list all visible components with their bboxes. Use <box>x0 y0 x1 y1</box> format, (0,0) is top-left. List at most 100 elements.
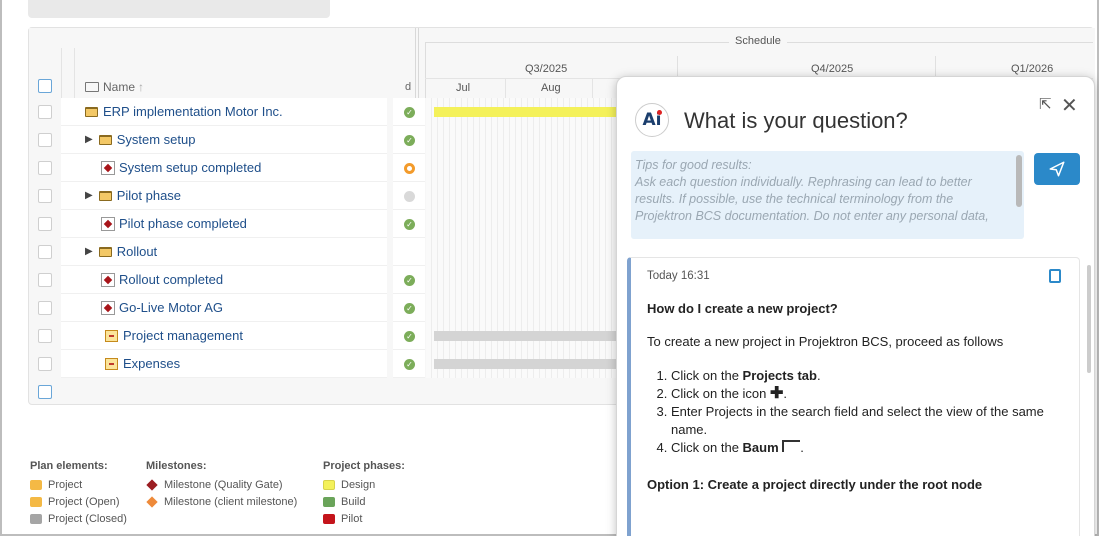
footer-checkbox[interactable] <box>38 385 52 399</box>
legend-label: Build <box>341 495 366 508</box>
question-input[interactable]: Tips for good results: Ask each question… <box>631 151 1024 239</box>
row-checkbox[interactable] <box>38 273 52 287</box>
row-checkbox[interactable] <box>38 217 52 231</box>
legend-plan-elements: Plan elements: Project Project (Open) Pr… <box>30 460 127 527</box>
legend-title: Milestones: <box>146 460 207 472</box>
table-row[interactable]: Expenses <box>29 350 387 378</box>
row-checkbox[interactable] <box>38 161 52 175</box>
answer-question: How do I create a new project? <box>647 301 838 316</box>
row-label[interactable]: Project management <box>105 328 243 343</box>
folder-icon <box>98 190 112 201</box>
legend-label: Project (Closed) <box>48 512 127 525</box>
milestone-icon <box>101 216 115 231</box>
input-scrollbar[interactable] <box>1016 155 1022 207</box>
placeholder-line: Ask each question individually. Rephrasi… <box>635 175 972 189</box>
expand-triangle-icon[interactable]: ▶ <box>85 190 93 201</box>
table-row[interactable]: ▶ Pilot phase <box>29 182 387 210</box>
table-row[interactable]: System setup completed <box>29 154 387 182</box>
logo-dot <box>657 110 662 115</box>
copy-icon[interactable] <box>1049 269 1061 283</box>
gantt-bar-design[interactable] <box>434 107 626 117</box>
legend-item: Milestone (Quality Gate) <box>146 476 297 493</box>
row-checkbox[interactable] <box>38 301 52 315</box>
table-row[interactable]: ▶ System setup <box>29 126 387 154</box>
step-bold: Baum <box>742 440 779 455</box>
send-icon <box>1049 161 1065 177</box>
expand-triangle-icon[interactable]: ▶ <box>85 246 93 257</box>
milestone-icon <box>101 160 115 175</box>
top-tab-strip <box>28 0 330 18</box>
step-bold: Projects tab <box>742 368 817 383</box>
legend-title: Plan elements: <box>30 460 108 472</box>
name-column-header[interactable]: Name ↑ <box>85 80 144 94</box>
row-label[interactable]: Pilot phase completed <box>101 216 247 231</box>
tree-icon <box>782 440 801 452</box>
quarter-label: Q4/2025 <box>811 63 854 75</box>
gantt-bar-expenses[interactable] <box>434 359 626 369</box>
row-text: Expenses <box>123 356 181 371</box>
select-all-checkbox[interactable] <box>38 79 52 93</box>
row-text: System setup <box>116 132 196 147</box>
schedule-label: Schedule <box>729 35 787 47</box>
row-checkbox[interactable] <box>38 357 52 371</box>
step-text: . <box>800 440 804 455</box>
row-checkbox[interactable] <box>38 189 52 203</box>
schedule-left-border <box>425 42 426 98</box>
close-icon[interactable]: ✕ <box>1061 93 1078 118</box>
gantt-bar-project-management[interactable] <box>434 331 626 341</box>
d-column-header[interactable]: d <box>405 81 411 93</box>
step-item: Enter Projects in the search field and s… <box>671 403 1065 439</box>
placeholder-line: results. If possible, use the technical … <box>635 192 954 206</box>
send-button[interactable] <box>1034 153 1080 185</box>
task-icon <box>105 357 118 370</box>
legend-milestones: Milestones: Milestone (Quality Gate) Mil… <box>146 460 297 510</box>
row-checkbox[interactable] <box>38 105 52 119</box>
table-row[interactable]: ▶ Rollout <box>29 238 387 266</box>
row-label[interactable]: ERP implementation Motor Inc. <box>85 104 283 119</box>
placeholder-line: Tips for good results: <box>635 158 752 172</box>
legend-label: Milestone (Quality Gate) <box>164 478 283 491</box>
row-checkbox[interactable] <box>38 245 52 259</box>
answer-scrollbar[interactable] <box>1087 265 1091 373</box>
row-checkbox[interactable] <box>38 329 52 343</box>
quarter-label: Q3/2025 <box>525 63 568 75</box>
status-warning-icon <box>404 163 415 174</box>
color-swatch <box>323 479 335 490</box>
row-label[interactable]: ▶ Pilot phase <box>85 188 181 203</box>
table-row[interactable]: Rollout completed <box>29 266 387 294</box>
diamond-icon <box>146 478 158 491</box>
color-swatch <box>30 479 42 490</box>
external-link-icon[interactable]: ⇱ <box>1039 95 1052 113</box>
row-text: Rollout completed <box>119 272 224 287</box>
status-none-icon <box>404 191 415 202</box>
answer-steps: Click on the Projects tab. Click on the … <box>671 367 1065 457</box>
table-row[interactable]: Pilot phase completed <box>29 210 387 238</box>
placeholder-line: Projektron BCS documentation. Do not ent… <box>635 209 989 223</box>
legend-project-phases: Project phases: Design Build Pilot <box>323 460 405 527</box>
task-icon <box>105 329 118 342</box>
expand-triangle-icon[interactable]: ▶ <box>85 134 93 145</box>
gantt-chart-area[interactable] <box>426 98 626 378</box>
answer-intro: To create a new project in Projektron BC… <box>647 334 1004 349</box>
step-item: Click on the Baum . <box>671 439 1065 457</box>
status-ok-icon: ✓ <box>404 219 415 230</box>
legend-item: Project (Open) <box>30 493 127 510</box>
row-label[interactable]: System setup completed <box>101 160 261 175</box>
table-row[interactable]: ERP implementation Motor Inc. <box>29 98 387 126</box>
step-text: Click on the <box>671 440 743 455</box>
row-label[interactable]: Go-Live Motor AG <box>101 300 223 315</box>
table-row[interactable]: Project management <box>29 322 387 350</box>
column-divider <box>61 48 62 98</box>
row-label[interactable]: Rollout completed <box>101 272 223 287</box>
step-item: Click on the Projects tab. <box>671 367 1065 385</box>
row-checkbox[interactable] <box>38 133 52 147</box>
month-label: Jul <box>456 82 471 94</box>
table-row[interactable]: Go-Live Motor AG <box>29 294 387 322</box>
color-swatch <box>30 513 42 524</box>
plus-icon: ✚ <box>770 385 784 402</box>
row-label[interactable]: ▶ Rollout <box>85 244 157 259</box>
status-ok-icon: ✓ <box>404 303 415 314</box>
legend-item: Pilot <box>323 510 405 527</box>
row-label[interactable]: ▶ System setup <box>85 132 195 147</box>
row-label[interactable]: Expenses <box>105 356 180 371</box>
